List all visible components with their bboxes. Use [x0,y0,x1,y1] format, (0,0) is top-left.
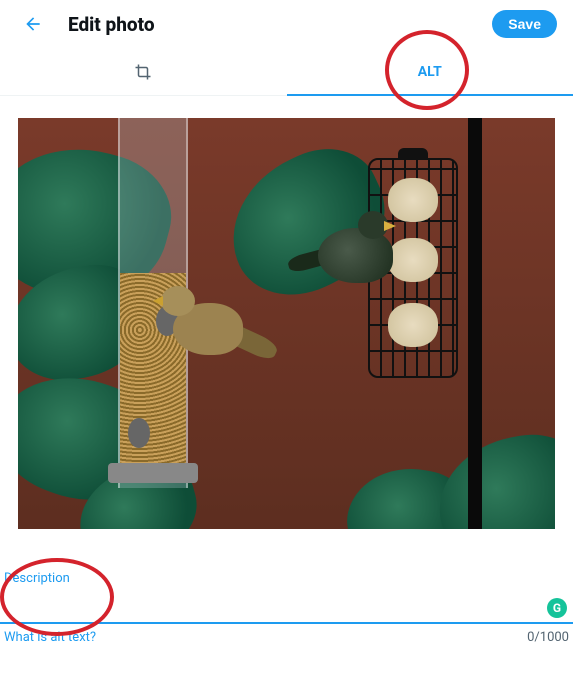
description-field-container: Description G [0,571,573,624]
tab-bar: ALT [0,48,573,96]
save-button[interactable]: Save [492,10,557,38]
page-title: Edit photo [68,13,492,36]
photo-preview-area [0,96,573,541]
photo-preview [18,118,555,529]
description-footer: What is alt text? 0/1000 [0,624,573,645]
character-count: 0/1000 [527,630,569,645]
arrow-left-icon [23,14,43,34]
back-button[interactable] [16,7,50,41]
header: Edit photo Save [0,0,573,48]
description-input[interactable] [4,588,569,618]
crop-icon [134,63,152,81]
alt-text-help-link[interactable]: What is alt text? [4,630,96,645]
tab-crop[interactable] [0,48,287,95]
tab-alt[interactable]: ALT [287,48,573,95]
description-label: Description [4,571,569,588]
tab-alt-label: ALT [418,64,442,80]
grammarly-icon[interactable]: G [547,598,567,618]
